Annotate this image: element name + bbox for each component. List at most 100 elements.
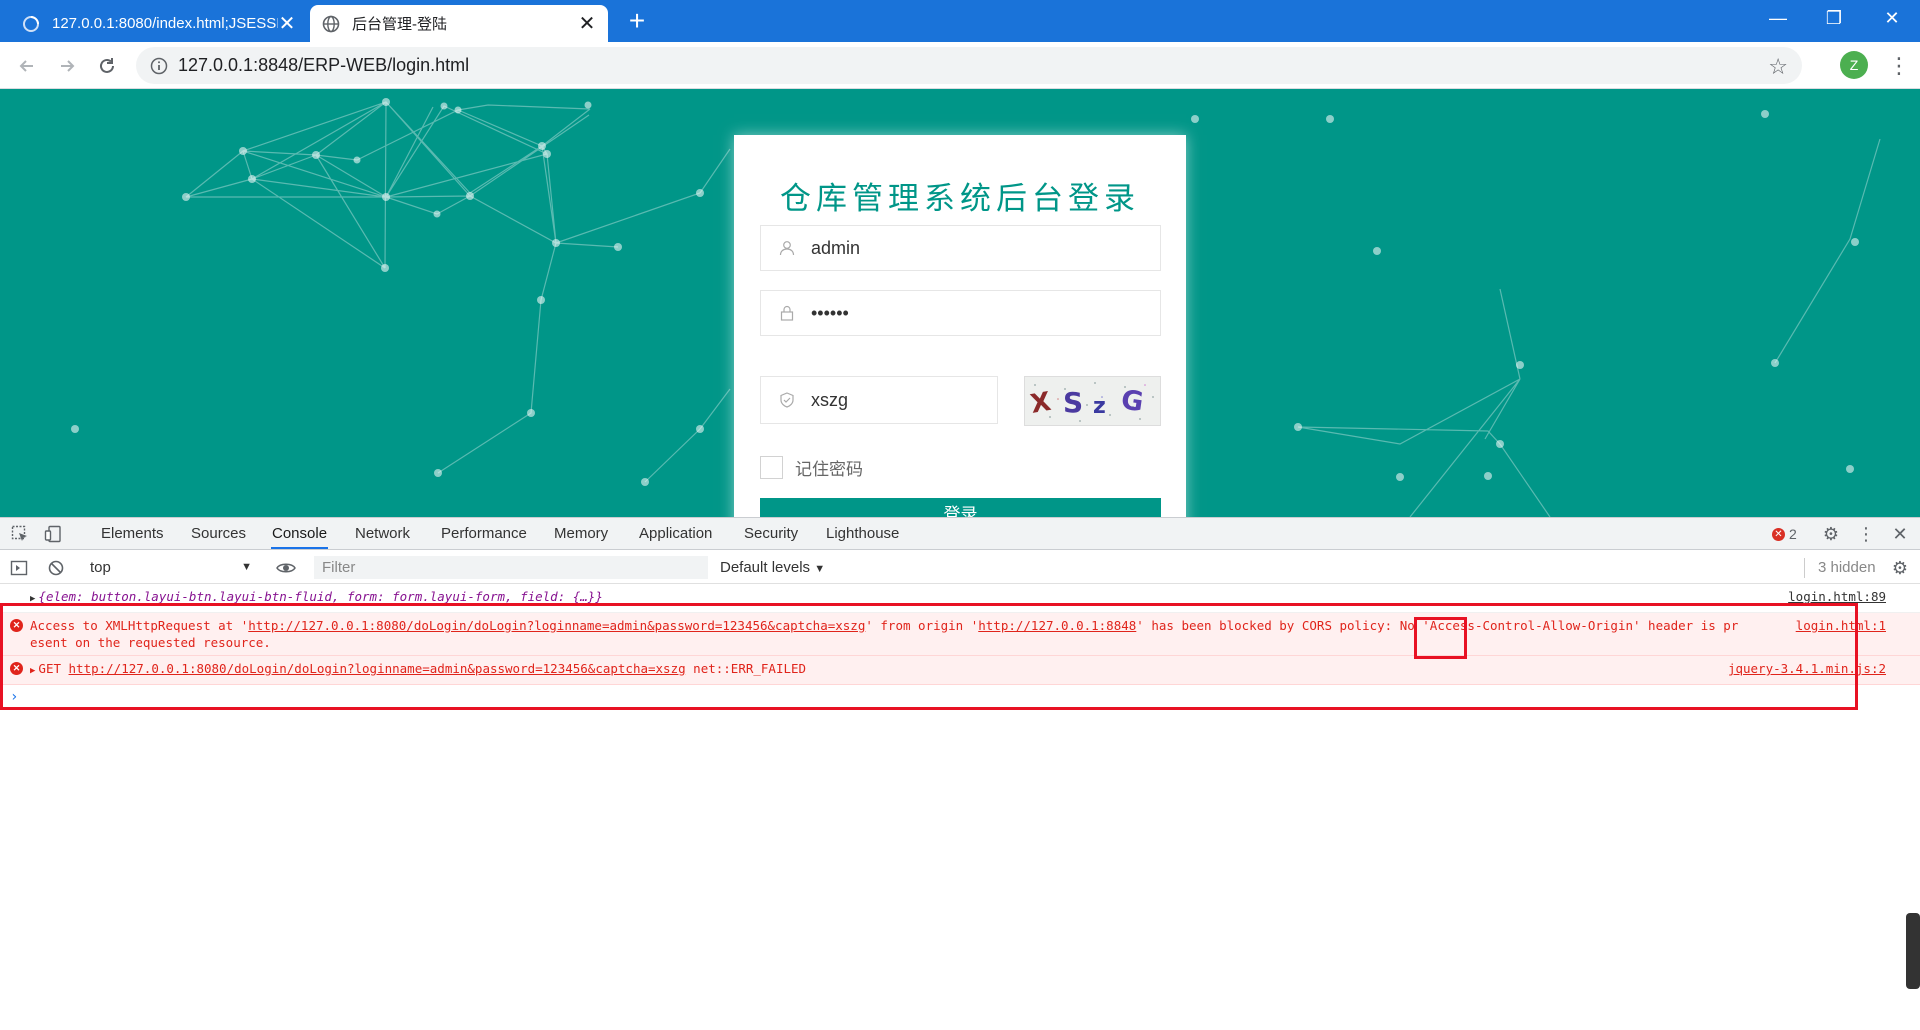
loading-icon <box>23 15 39 32</box>
devtools-tab-performance[interactable]: Performance <box>440 518 528 549</box>
request-url-link[interactable]: http://127.0.0.1:8080/doLogin/doLogin?lo… <box>248 618 865 633</box>
back-button[interactable] <box>12 51 42 81</box>
live-expression-eye-icon[interactable] <box>276 559 296 577</box>
inspect-element-icon[interactable] <box>11 525 29 543</box>
profile-avatar[interactable]: Z <box>1840 51 1868 79</box>
clear-console-icon[interactable] <box>47 559 65 577</box>
more-options-icon[interactable]: ⋮ <box>1855 523 1877 545</box>
error-text: net::ERR_FAILED <box>685 661 807 676</box>
reload-icon <box>100 58 114 73</box>
devtools-tab-application[interactable]: Application <box>638 518 713 549</box>
svg-text:S: S <box>1063 386 1083 419</box>
log-levels-dropdown[interactable]: Default levels ▼ <box>720 556 825 579</box>
error-icon: ✕ <box>1772 527 1785 541</box>
maximize-button[interactable]: ❐ <box>1806 0 1862 36</box>
origin-url-link[interactable]: http://127.0.0.1:8848 <box>978 618 1136 633</box>
minimize-button[interactable]: — <box>1750 0 1806 36</box>
chevron-down-icon: ▼ <box>814 563 826 575</box>
shield-check-icon <box>780 392 794 408</box>
request-url-link[interactable]: http://127.0.0.1:8080/doLogin/doLogin?lo… <box>69 661 686 676</box>
tab-close-icon[interactable]: ✕ <box>578 14 596 34</box>
arrow-right-icon <box>61 60 75 72</box>
captcha-field[interactable] <box>760 376 998 424</box>
tab-title: 127.0.0.1:8080/index.html;JSESSIONID <box>52 15 278 32</box>
console-source-link[interactable]: login.html:89 <box>1788 588 1886 605</box>
login-title: 仓库管理系统后台登录 <box>780 181 1140 217</box>
console-source-link[interactable]: jquery-3.4.1.min.js:2 <box>1728 660 1886 677</box>
error-icon: ✕ <box>10 619 23 632</box>
password-input[interactable] <box>811 302 1071 324</box>
captcha-input[interactable] <box>811 389 961 411</box>
captcha-graphic: X S z G <box>1028 382 1154 422</box>
devtools-tab-lighthouse[interactable]: Lighthouse <box>825 518 900 549</box>
devtools-tab-console[interactable]: Console <box>271 518 329 549</box>
error-icon: ✕ <box>10 662 23 675</box>
console-source-link[interactable]: login.html:1 <box>1796 617 1886 634</box>
login-card: 仓库管理系统后台登录 X S z G <box>734 135 1186 517</box>
info-icon[interactable] <box>150 57 168 75</box>
console-message: Access to XMLHttpRequest at 'http://127.… <box>30 617 1890 651</box>
console-error-line[interactable]: ✕ ▶ GET http://127.0.0.1:8080/doLogin/doL… <box>0 656 1920 685</box>
devtools-tab-security[interactable]: Security <box>743 518 799 549</box>
svg-text:G: G <box>1119 384 1145 418</box>
close-devtools-icon[interactable]: ✕ <box>1889 523 1911 545</box>
username-field[interactable] <box>760 225 1161 271</box>
error-count: 2 <box>1789 526 1797 542</box>
context-selector[interactable]: top ▼ <box>80 556 256 579</box>
lock-icon <box>780 305 794 321</box>
log-levels-label: Default levels <box>720 559 811 576</box>
close-window-button[interactable]: ✕ <box>1864 0 1920 36</box>
captcha-image[interactable]: X S z G <box>1024 376 1161 426</box>
console-filter-input[interactable] <box>314 556 708 579</box>
prompt-chevron-icon: › <box>10 689 19 705</box>
console-output: ▶ {elem: button.layui-btn.layui-btn-fluid… <box>0 584 1920 709</box>
password-field[interactable] <box>760 290 1161 336</box>
forward-button[interactable] <box>52 51 82 81</box>
user-icon <box>779 241 795 256</box>
error-text: ' from origin ' <box>865 618 979 633</box>
console-prompt[interactable]: › <box>0 685 1920 709</box>
devtools-tab-sources[interactable]: Sources <box>190 518 247 549</box>
log-object[interactable]: {elem: button.layui-btn.layui-btn-fluid,… <box>38 589 602 604</box>
tab-close-icon[interactable]: ✕ <box>278 14 296 34</box>
console-settings-gear-icon[interactable]: ⚙ <box>1889 557 1911 579</box>
console-message: ▶ {elem: button.layui-btn.layui-btn-fluid… <box>30 588 1890 608</box>
context-value: top <box>90 559 111 576</box>
settings-gear-icon[interactable]: ⚙ <box>1820 523 1842 545</box>
device-toolbar-icon[interactable] <box>44 525 62 543</box>
new-tab-button[interactable]: + <box>622 6 652 36</box>
console-error-line[interactable]: ✕ Access to XMLHttpRequest at 'http://12… <box>0 613 1920 656</box>
scrollbar-thumb[interactable] <box>1906 913 1920 989</box>
error-text: Access to XMLHttpRequest at ' <box>30 618 249 633</box>
url-text[interactable]: 127.0.0.1:8848/ERP-WEB/login.html <box>178 55 469 76</box>
devtools-tab-network[interactable]: Network <box>354 518 411 549</box>
console-message: ▶ GET http://127.0.0.1:8080/doLogin/doLog… <box>30 660 1890 680</box>
arrow-left-icon <box>19 60 33 72</box>
svg-text:z: z <box>1093 394 1106 419</box>
console-log-line[interactable]: ▶ {elem: button.layui-btn.layui-btn-fluid… <box>0 584 1920 613</box>
login-button[interactable]: 登录 <box>760 498 1161 517</box>
browser-toolbar: 127.0.0.1:8848/ERP-WEB/login.html ☆ Z ⋮ <box>0 42 1920 89</box>
sidebar-toggle-icon[interactable] <box>10 559 28 577</box>
browser-tab-login[interactable]: 后台管理-登陆 ✕ <box>310 5 608 42</box>
username-input[interactable] <box>811 237 1071 259</box>
browser-tab-strip: 127.0.0.1:8080/index.html;JSESSIONID ✕ 后… <box>0 0 1920 42</box>
devtools-panel: Elements Sources Console Network Perform… <box>0 517 1920 1030</box>
expand-triangle-icon[interactable]: ▶ <box>30 594 35 604</box>
devtools-tab-bar: Elements Sources Console Network Perform… <box>0 518 1920 550</box>
browser-menu-icon[interactable]: ⋮ <box>1888 51 1910 81</box>
console-filter-bar: top ▼ Default levels ▼ 3 hidden ⚙ <box>0 551 1920 584</box>
divider <box>1804 558 1805 578</box>
devtools-tab-elements[interactable]: Elements <box>100 518 165 549</box>
devtools-tab-memory[interactable]: Memory <box>553 518 609 549</box>
remember-password[interactable]: 记住密码 <box>760 455 863 480</box>
error-text: GET <box>38 661 69 676</box>
address-bar[interactable]: 127.0.0.1:8848/ERP-WEB/login.html ☆ <box>136 47 1802 84</box>
remember-checkbox[interactable] <box>760 456 783 479</box>
expand-triangle-icon[interactable]: ▶ <box>30 666 35 676</box>
page-viewport: 仓库管理系统后台登录 X S z G <box>0 89 1920 517</box>
browser-tab-index[interactable]: 127.0.0.1:8080/index.html;JSESSIONID ✕ <box>10 5 308 42</box>
reload-button[interactable] <box>92 51 122 81</box>
error-count-badge[interactable]: ✕ 2 <box>1772 526 1797 542</box>
bookmark-star-icon[interactable]: ☆ <box>1768 54 1788 80</box>
